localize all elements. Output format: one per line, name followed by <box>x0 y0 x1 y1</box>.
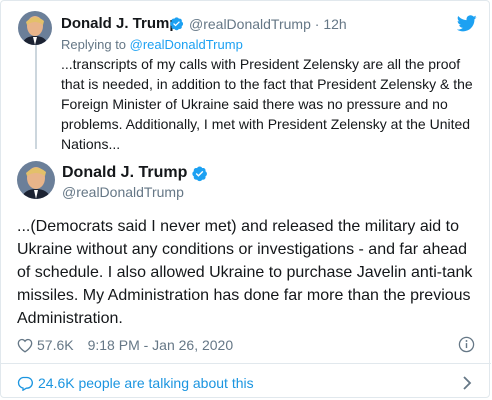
conversation-link[interactable]: 24.6K people are talking about this <box>17 375 254 391</box>
avatar[interactable] <box>18 11 52 45</box>
tweet-meta: 57.6K 9:18 PM - Jan 26, 2020 <box>17 336 233 354</box>
verified-badge-icon <box>191 165 208 182</box>
quoted-author-handle[interactable]: @realDonaldTrump · 12h <box>189 16 347 32</box>
info-icon[interactable] <box>458 336 475 353</box>
quoted-tweet-time[interactable]: 12h <box>323 16 346 32</box>
like-count[interactable]: 57.6K <box>37 337 74 353</box>
comment-bubble-icon <box>17 376 33 391</box>
tweet-text: ...(Democrats said I never met) and rele… <box>17 218 473 327</box>
avatar[interactable] <box>17 161 55 199</box>
author-name[interactable]: Donald J. Trump <box>62 164 187 182</box>
quoted-author-name[interactable]: Donald J. Trump <box>61 15 179 32</box>
conversation-link-label: 24.6K people are talking about this <box>38 375 254 391</box>
author-handle[interactable]: @realDonaldTrump <box>62 184 184 200</box>
quoted-tweet-text: ...transcripts of my calls with Presiden… <box>61 56 473 152</box>
replying-to-link[interactable]: @realDonaldTrump <box>130 37 243 52</box>
chevron-right-icon[interactable] <box>462 375 472 391</box>
verified-badge-icon <box>169 16 184 31</box>
thread-connector-line <box>35 45 37 149</box>
twitter-bird-icon[interactable] <box>456 15 477 32</box>
tweet-timestamp[interactable]: 9:18 PM - Jan 26, 2020 <box>88 337 234 353</box>
footer-divider <box>1 363 491 364</box>
replying-to-line: Replying to @realDonaldTrump <box>61 37 243 52</box>
heart-icon[interactable] <box>17 338 33 353</box>
tweet-embed-card: Donald J. Trump @realDonaldTrump · 12h R… <box>0 0 491 398</box>
